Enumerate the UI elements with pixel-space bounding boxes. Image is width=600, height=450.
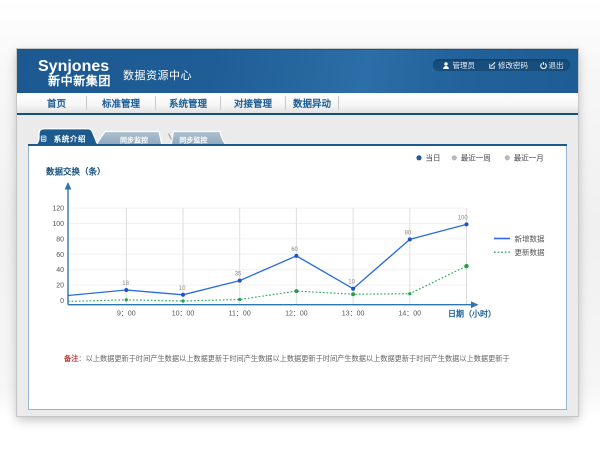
svg-text:60: 60 (56, 252, 64, 259)
svg-text:10: 10 (348, 280, 355, 286)
svg-text:11：00: 11：00 (229, 311, 251, 318)
svg-text:100: 100 (458, 215, 469, 221)
svg-text:10: 10 (179, 286, 186, 292)
svg-text:60: 60 (291, 247, 298, 253)
svg-text:20: 20 (56, 283, 64, 290)
svg-text:80: 80 (56, 236, 64, 243)
svg-text:当日: 当日 (426, 153, 441, 163)
svg-text:数据交换（条）: 数据交换（条） (46, 167, 106, 177)
svg-text:12：00: 12：00 (285, 311, 308, 318)
svg-text:80: 80 (405, 230, 412, 236)
svg-text:系统介绍: 系统介绍 (54, 134, 86, 144)
svg-text:10：00: 10：00 (172, 311, 195, 318)
svg-text:13：00: 13：00 (342, 311, 365, 318)
svg-text:同步监控: 同步监控 (179, 135, 207, 144)
svg-text:40: 40 (56, 267, 64, 274)
svg-text:最近一月: 最近一月 (514, 153, 544, 163)
svg-text:18: 18 (122, 281, 129, 287)
svg-text:新增数据: 新增数据 (515, 234, 545, 244)
svg-text:9：00: 9：00 (117, 311, 136, 318)
svg-text:100: 100 (52, 221, 64, 228)
svg-text:14：00: 14：00 (399, 311, 422, 318)
svg-text:同步监控: 同步监控 (120, 135, 148, 144)
svg-text:日期（小时）: 日期（小时） (448, 309, 496, 319)
svg-text:0: 0 (60, 298, 64, 305)
svg-text:120: 120 (52, 206, 64, 213)
svg-text:最近一周: 最近一周 (461, 153, 491, 163)
svg-text:35: 35 (235, 272, 242, 278)
svg-text:更新数据: 更新数据 (515, 247, 545, 257)
